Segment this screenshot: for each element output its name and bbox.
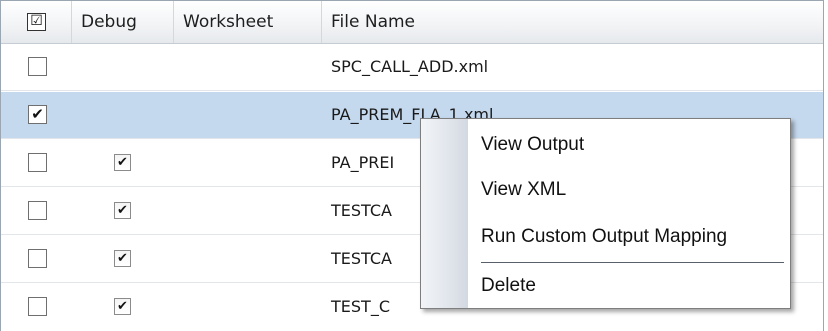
menu-item-run-custom-output-mapping[interactable]: Run Custom Output Mapping xyxy=(481,217,786,257)
debug-checkbox[interactable]: ✔ xyxy=(114,202,131,219)
worksheet-cell xyxy=(174,92,322,138)
debug-checkbox[interactable]: ✔ xyxy=(114,298,131,315)
worksheet-cell xyxy=(174,284,322,331)
file-name-cell: SPC_CALL_ADD.xml xyxy=(331,57,489,76)
row-select-checkbox[interactable] xyxy=(28,153,47,172)
row-select-checkbox[interactable]: ✔ xyxy=(28,105,47,124)
column-header-debug[interactable]: Debug xyxy=(72,1,174,43)
row-select-checkbox[interactable] xyxy=(28,297,47,316)
worksheet-cell xyxy=(174,188,322,234)
select-all-header[interactable]: ☑ xyxy=(1,1,72,43)
table-row[interactable]: SPC_CALL_ADD.xml xyxy=(1,44,823,91)
row-select-checkbox[interactable] xyxy=(28,249,47,268)
context-menu: View Output View XML Run Custom Output M… xyxy=(420,118,791,309)
grid-header: ☑ Debug Worksheet File Name xyxy=(1,1,823,44)
worksheet-cell xyxy=(174,44,322,90)
worksheet-cell xyxy=(174,236,322,282)
menu-item-view-output[interactable]: View Output xyxy=(481,125,786,165)
select-all-checkbox[interactable]: ☑ xyxy=(27,13,46,31)
menu-icon-gutter xyxy=(421,119,468,308)
menu-item-delete[interactable]: Delete xyxy=(481,266,786,306)
menu-separator xyxy=(481,262,784,263)
column-header-worksheet[interactable]: Worksheet xyxy=(174,1,322,43)
row-select-checkbox[interactable] xyxy=(28,57,47,76)
debug-checkbox[interactable]: ✔ xyxy=(114,250,131,267)
menu-item-view-xml[interactable]: View XML xyxy=(481,170,786,210)
row-select-checkbox[interactable] xyxy=(28,201,47,220)
column-header-file-name[interactable]: File Name xyxy=(322,1,823,43)
debug-checkbox[interactable]: ✔ xyxy=(114,154,131,171)
worksheet-cell xyxy=(174,140,322,186)
